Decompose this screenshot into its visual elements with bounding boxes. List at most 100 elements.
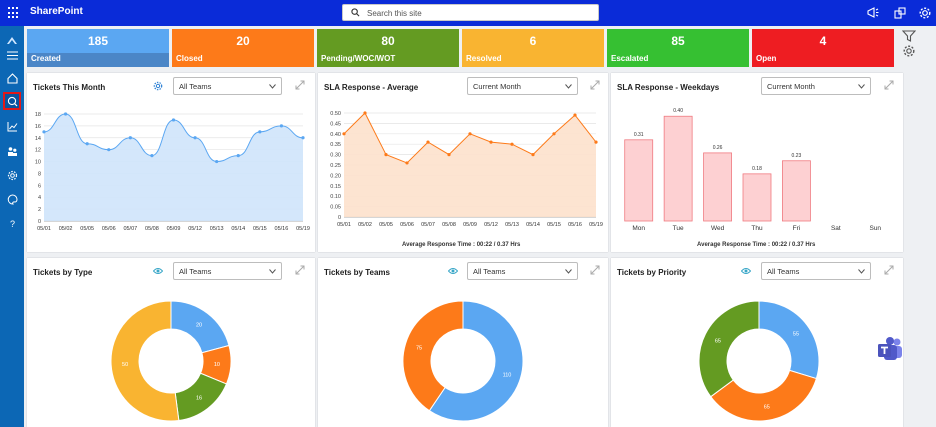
bar xyxy=(703,152,732,222)
team-dropdown[interactable]: All Teams xyxy=(761,262,871,280)
avg-response-caption: Average Response Time : 00:22 / 0.37 Hrs xyxy=(402,242,521,248)
expand-icon[interactable] xyxy=(590,265,600,275)
home-icon[interactable] xyxy=(3,69,21,87)
chevron-down-icon xyxy=(565,269,572,274)
bar xyxy=(742,173,772,222)
help-icon[interactable]: ? xyxy=(3,214,21,232)
eye-icon[interactable] xyxy=(741,266,751,276)
y-tick-label: 18 xyxy=(35,112,41,118)
menu-icon[interactable] xyxy=(3,46,21,64)
x-tick-label: Sat xyxy=(831,225,841,232)
team-dropdown[interactable]: All Teams xyxy=(467,262,578,280)
expand-icon[interactable] xyxy=(295,80,305,90)
data-label: 0.18 xyxy=(752,166,762,172)
tile-resolved[interactable]: 6 Resolved xyxy=(462,29,604,67)
search-input[interactable] xyxy=(367,6,587,20)
filter-icon[interactable] xyxy=(902,29,916,43)
team-dropdown[interactable]: All Teams xyxy=(173,262,282,280)
x-tick-label: Tue xyxy=(673,225,684,232)
x-tick-label: Wed xyxy=(711,225,725,232)
data-point xyxy=(426,140,430,144)
tile-created-label: Created xyxy=(31,54,61,63)
tile-created[interactable]: 185 Created xyxy=(27,29,169,67)
palette-icon[interactable] xyxy=(3,190,21,208)
tile-created-value: 185 xyxy=(87,34,109,48)
period-dropdown[interactable]: Current Month xyxy=(761,77,871,95)
data-point xyxy=(384,153,388,157)
nav-settings-icon[interactable] xyxy=(3,166,21,184)
tile-open-value: 4 xyxy=(819,34,827,48)
x-tick-label: 05/06 xyxy=(400,222,414,228)
tickets-month-chart: 0 2 4 6 8 10 12 14 16 18 05/01 05/02 05/05 05/06 05/07… xyxy=(35,112,310,232)
teams-share-icon[interactable] xyxy=(893,6,907,20)
helpdesk-dashboard-icon[interactable] xyxy=(3,92,21,110)
donut-slice xyxy=(110,300,180,422)
tickets-type-donut: 20 10 16 50 xyxy=(110,300,232,422)
bar xyxy=(663,115,693,222)
x-tick-label: 05/12 xyxy=(188,226,202,232)
app-title[interactable]: SharePoint xyxy=(30,6,83,17)
dashboard-settings-icon[interactable] xyxy=(902,44,916,58)
data-point xyxy=(531,153,535,157)
data-point xyxy=(63,112,68,116)
tile-open[interactable]: 4 Open xyxy=(752,29,894,67)
team-dropdown-value: All Teams xyxy=(179,267,212,276)
x-tick-label: Thu xyxy=(751,225,763,232)
donut-slice xyxy=(758,300,820,380)
donut-slice xyxy=(698,300,760,398)
expand-icon[interactable] xyxy=(884,265,894,275)
tile-resolved-label: Resolved xyxy=(466,54,502,63)
tile-closed-value: 20 xyxy=(236,34,250,48)
team-dropdown-value: All Teams xyxy=(767,267,800,276)
data-point xyxy=(85,142,89,146)
data-point xyxy=(489,140,493,144)
reports-chart-icon[interactable] xyxy=(3,117,21,135)
y-tick-label: 2 xyxy=(38,207,41,213)
tickets-teams-donut: 110 75 xyxy=(402,300,524,422)
tile-closed[interactable]: 20 Closed xyxy=(172,29,314,67)
x-tick-label: Sun xyxy=(869,225,881,232)
left-navigation: ? xyxy=(0,26,24,427)
x-tick-label: 05/14 xyxy=(231,226,245,232)
data-label: 0.26 xyxy=(713,145,723,151)
tile-open-label: Open xyxy=(756,54,777,63)
data-point xyxy=(258,130,262,134)
slice-label: 10 xyxy=(214,362,220,368)
teams-people-icon[interactable] xyxy=(3,142,21,160)
eye-icon[interactable] xyxy=(448,266,458,276)
data-point xyxy=(128,136,132,140)
data-label: 0.31 xyxy=(634,132,644,138)
x-tick-label: 05/02 xyxy=(59,226,73,232)
app-launcher-icon[interactable] xyxy=(8,7,20,19)
chevron-down-icon xyxy=(858,269,865,274)
slice-label: 65 xyxy=(764,404,770,410)
search-box[interactable] xyxy=(342,4,599,21)
period-dropdown-value: Current Month xyxy=(473,82,521,91)
y-tick-label: 8 xyxy=(38,171,41,177)
tile-pending[interactable]: 80 Pending/WOC/WOT xyxy=(317,29,459,67)
panel-sla-average: SLA Response - Average Current Month 0 0.… xyxy=(318,73,608,252)
x-tick-label: 05/09 xyxy=(167,226,181,232)
x-tick-label: 05/06 xyxy=(102,226,116,232)
expand-icon[interactable] xyxy=(295,265,305,275)
y-tick-label: 0.40 xyxy=(330,132,341,138)
megaphone-icon[interactable] xyxy=(866,6,880,20)
panel-tickets-by-teams: Tickets by Teams All Teams 110 75 xyxy=(318,258,608,427)
panel-settings-icon[interactable] xyxy=(153,81,163,91)
settings-gear-icon[interactable] xyxy=(918,6,932,20)
expand-icon[interactable] xyxy=(884,80,894,90)
data-point xyxy=(42,130,46,134)
period-dropdown[interactable]: Current Month xyxy=(467,77,578,95)
period-dropdown-value: Current Month xyxy=(767,82,815,91)
tile-escalated[interactable]: 85 Escalated xyxy=(607,29,749,67)
x-tick-label: 05/14 xyxy=(526,222,540,228)
microsoft-teams-icon[interactable] xyxy=(876,336,904,362)
x-tick-label: 05/01 xyxy=(37,226,51,232)
y-tick-label: 0 xyxy=(338,215,341,221)
expand-icon[interactable] xyxy=(590,80,600,90)
tile-escalated-value: 85 xyxy=(671,34,685,48)
team-dropdown[interactable]: All Teams xyxy=(173,77,282,95)
eye-icon[interactable] xyxy=(153,266,163,276)
slice-label: 110 xyxy=(503,372,512,378)
x-tick-label: 05/07 xyxy=(421,222,435,228)
